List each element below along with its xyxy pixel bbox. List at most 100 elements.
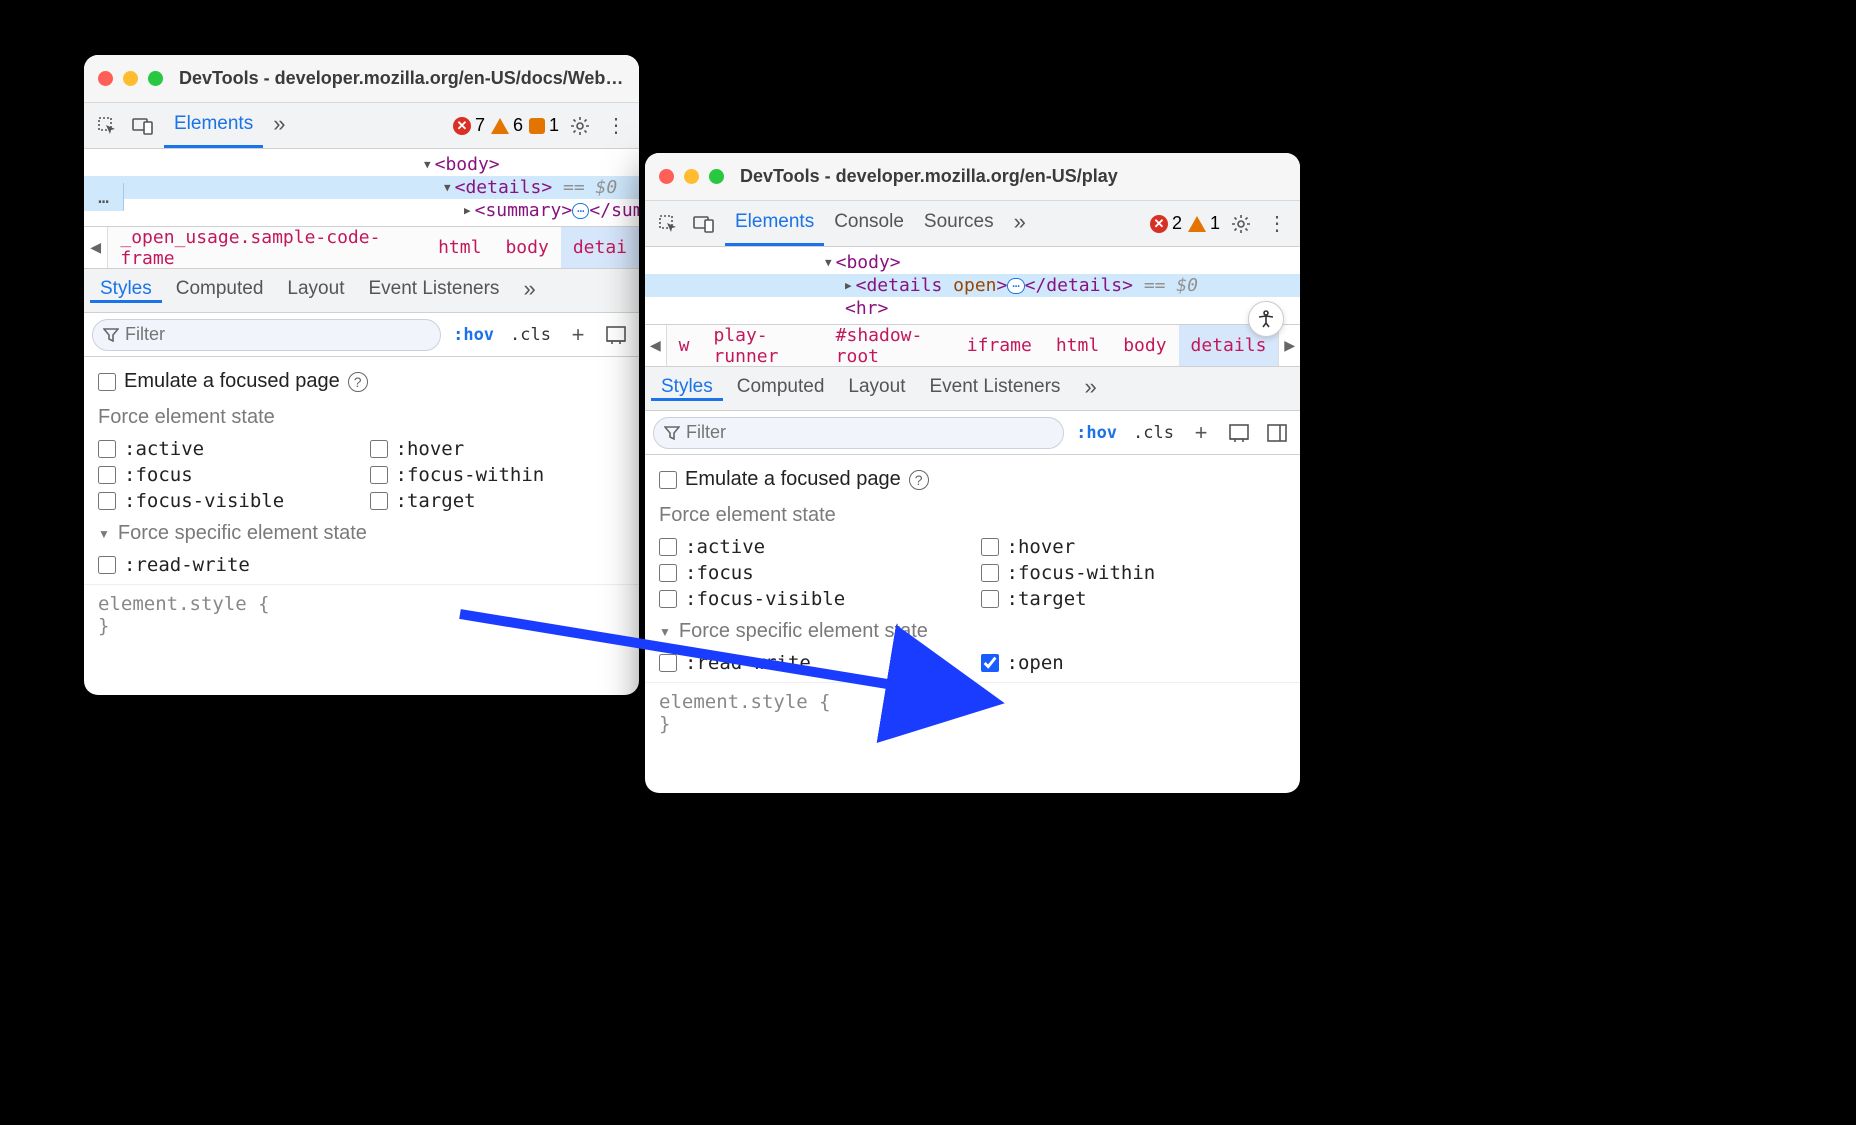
state-active-checkbox[interactable] [98,440,116,458]
minimize-icon[interactable] [123,71,138,86]
tabs-overflow-icon[interactable]: » [1004,201,1036,246]
breadcrumb[interactable]: ◀ _open_usage.sample-code-frame html bod… [84,227,639,269]
device-icon[interactable] [128,111,158,141]
gear-icon[interactable] [1226,209,1256,239]
close-icon[interactable] [659,169,674,184]
subtabs-overflow-icon[interactable]: » [513,276,545,305]
state-hover-checkbox[interactable] [370,440,388,458]
tab-styles[interactable]: Styles [90,278,162,303]
state-active-checkbox[interactable] [659,538,677,556]
dom-tree[interactable]: ▼<body> ▶ <details open> ⋯ </details> ==… [645,247,1300,325]
dom-body[interactable]: <body> [836,252,901,273]
state-target-checkbox[interactable] [981,590,999,608]
traffic-lights[interactable] [659,169,724,184]
crumb-html[interactable]: html [426,227,493,268]
issue-counts[interactable]: ✕2 1 [1150,213,1220,234]
crumb-play-runner[interactable]: play-runner [701,325,823,366]
tab-computed[interactable]: Computed [727,376,835,401]
state-focus-label: :focus [124,464,193,486]
filter-input[interactable] [125,324,430,345]
tab-elements[interactable]: Elements [725,201,824,246]
crumb-html[interactable]: html [1044,325,1111,366]
tab-event-listeners[interactable]: Event Listeners [358,278,509,303]
crumb-body[interactable]: body [493,227,560,268]
inspect-icon[interactable] [92,111,122,141]
crumb-frame[interactable]: _open_usage.sample-code-frame [108,227,426,268]
dom-summary-open[interactable]: <summary> [475,200,573,221]
dom-details[interactable]: <details> [455,177,553,198]
state-focus-within-checkbox[interactable] [981,564,999,582]
dom-details-open[interactable]: <details open> [856,275,1008,296]
dom-overflow-indicator[interactable]: … [84,183,124,211]
state-focus-checkbox[interactable] [659,564,677,582]
kebab-icon[interactable]: ⋮ [1262,209,1292,239]
zoom-icon[interactable] [148,71,163,86]
close-icon[interactable] [98,71,113,86]
tab-styles[interactable]: Styles [651,376,723,401]
tabs-overflow-icon[interactable]: » [263,103,295,148]
hov-toggle[interactable]: :hov [449,325,498,345]
emulate-focus-checkbox[interactable] [659,471,677,489]
crumb-shadow-root[interactable]: #shadow-root [824,325,955,366]
help-icon[interactable]: ? [348,372,368,392]
state-focus-checkbox[interactable] [98,466,116,484]
emulate-focus-checkbox[interactable] [98,373,116,391]
help-icon[interactable]: ? [909,470,929,490]
minimize-icon[interactable] [684,169,699,184]
chevron-left-icon[interactable]: ◀ [645,325,667,366]
state-read-write-checkbox[interactable] [659,654,677,672]
force-specific-heading[interactable]: Force specific element state [679,620,928,643]
tab-computed[interactable]: Computed [166,278,274,303]
state-focus-visible-checkbox[interactable] [98,492,116,510]
cls-toggle[interactable]: .cls [1129,423,1178,443]
crumb-iframe[interactable]: iframe [955,325,1044,366]
tab-layout[interactable]: Layout [838,376,915,401]
element-style-block[interactable]: element.style { } [645,683,1300,743]
computed-pane-icon[interactable] [1224,418,1254,448]
filter-input-wrap[interactable] [92,319,441,351]
subtabs-overflow-icon[interactable]: » [1074,374,1106,403]
sidebar-toggle-icon[interactable] [1262,418,1292,448]
chevron-right-icon[interactable]: ▶ [1278,325,1300,366]
filter-input[interactable] [686,422,1053,443]
inspect-icon[interactable] [653,209,683,239]
tab-sources[interactable]: Sources [914,201,1004,246]
cls-toggle[interactable]: .cls [506,325,555,345]
new-style-icon[interactable]: + [563,320,593,350]
state-hover-checkbox[interactable] [981,538,999,556]
tab-elements[interactable]: Elements [164,103,263,148]
tab-event-listeners[interactable]: Event Listeners [919,376,1070,401]
tab-console[interactable]: Console [824,201,914,246]
dom-tree[interactable]: … ▼<body> ▼ <details> == $0 ▶ <summary> … [84,149,639,227]
zoom-icon[interactable] [709,169,724,184]
breadcrumb[interactable]: ◀ w play-runner #shadow-root iframe html… [645,325,1300,367]
state-open-checkbox[interactable] [981,654,999,672]
state-focus-visible-checkbox[interactable] [659,590,677,608]
kebab-icon[interactable]: ⋮ [601,111,631,141]
dom-hr[interactable]: <hr> [845,298,888,319]
traffic-lights[interactable] [98,71,163,86]
issue-counts[interactable]: ✕7 6 1 [453,115,559,136]
gear-icon[interactable] [565,111,595,141]
titlebar[interactable]: DevTools - developer.mozilla.org/en-US/d… [84,55,639,103]
dom-body[interactable]: <body> [435,154,500,175]
state-focus-within-checkbox[interactable] [370,466,388,484]
ellipsis-icon[interactable]: ⋯ [1007,278,1024,294]
accessibility-icon[interactable] [1248,301,1284,337]
element-style-block[interactable]: element.style { } [84,585,639,645]
computed-pane-icon[interactable] [601,320,631,350]
tab-layout[interactable]: Layout [277,278,354,303]
crumb-details[interactable]: detai [561,227,639,268]
ellipsis-icon[interactable]: ⋯ [572,203,589,219]
device-icon[interactable] [689,209,719,239]
state-read-write-checkbox[interactable] [98,556,116,574]
force-specific-heading[interactable]: Force specific element state [118,522,367,545]
crumb-body[interactable]: body [1111,325,1178,366]
state-target-checkbox[interactable] [370,492,388,510]
hov-toggle[interactable]: :hov [1072,423,1121,443]
new-style-icon[interactable]: + [1186,418,1216,448]
filter-input-wrap[interactable] [653,417,1064,449]
titlebar[interactable]: DevTools - developer.mozilla.org/en-US/p… [645,153,1300,201]
crumb-w[interactable]: w [667,325,702,366]
chevron-left-icon[interactable]: ◀ [84,227,108,268]
